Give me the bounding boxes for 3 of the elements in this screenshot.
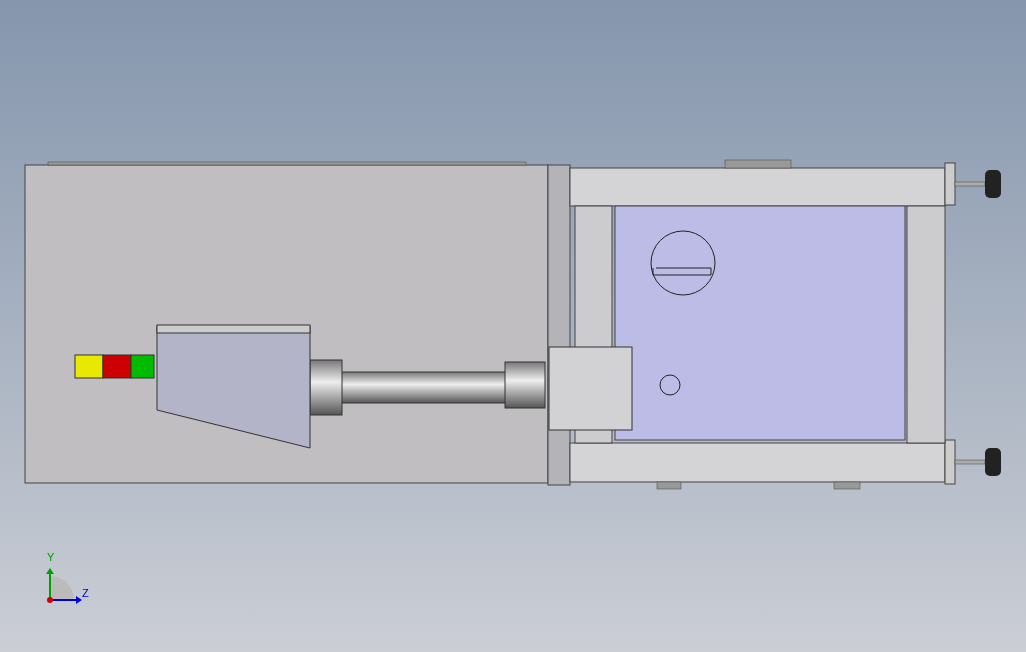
axis-label: Z: [82, 588, 89, 599]
axis-triad-icon: [44, 566, 84, 606]
axis-label: Y: [47, 552, 55, 563]
